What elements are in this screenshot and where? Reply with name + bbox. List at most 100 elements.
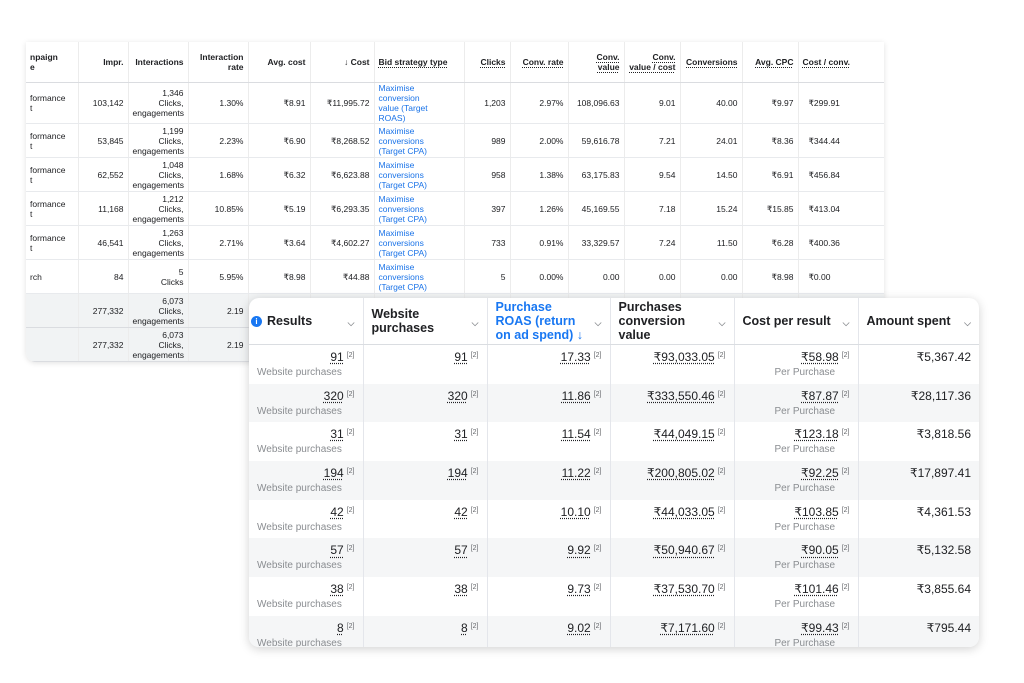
- roas-value-link[interactable]: 9.73 [2]: [496, 577, 601, 596]
- results-value-link[interactable]: 91 [2]: [257, 345, 354, 364]
- col-conversions[interactable]: Conversions: [680, 42, 743, 83]
- bid-strategy-cell[interactable]: Maximise conversions (Target CPA): [374, 225, 465, 260]
- table-row[interactable]: 320 [2] Website purchases 320 [2] 11.86 [2] ₹33…: [249, 383, 979, 423]
- interaction-rate-cell: 1.68%: [188, 157, 249, 192]
- clicks-cell: 989: [464, 123, 511, 158]
- results-sublabel: Website purchases: [257, 444, 342, 456]
- avg-cpc-cell: ₹8.36: [742, 123, 799, 158]
- cost-per-result-link[interactable]: ₹92.25 [2]: [743, 461, 849, 480]
- cost-per-result-link[interactable]: ₹58.98 [2]: [743, 345, 849, 364]
- info-icon[interactable]: i: [251, 316, 262, 327]
- bid-strategy-cell[interactable]: Maximise conversions (Target CPA): [374, 259, 465, 294]
- cost-per-result-link[interactable]: ₹103.85 [2]: [743, 500, 849, 519]
- footnote-marker: [2]: [593, 390, 602, 398]
- roas-value-link[interactable]: 11.22 [2]: [496, 461, 602, 480]
- conv-value-link[interactable]: ₹333,550.46 [2]: [619, 384, 726, 403]
- bid-strategy-cell[interactable]: Maximise conversions (Target CPA): [374, 157, 465, 192]
- table-row[interactable]: 8 [2] Website purchases 8 [2] 9.02 [2] ₹7,171.6…: [249, 615, 979, 647]
- sort-chevron-icon[interactable]: ⌵: [595, 316, 602, 330]
- sort-chevron-icon[interactable]: ⌵: [719, 316, 726, 330]
- conv-value-link[interactable]: ₹37,530.70 [2]: [619, 577, 726, 596]
- conv-value-link-value: ₹200,805.02: [647, 466, 715, 481]
- table-row[interactable]: rch 84 5 Clicks 5.95% ₹8.98 ₹44.88 Maximise co…: [26, 259, 884, 294]
- col-bid-strategy[interactable]: Bid strategy type: [374, 42, 465, 83]
- purchases-value-link[interactable]: 31 [2]: [372, 422, 478, 441]
- conv-value-link[interactable]: ₹50,940.67 [2]: [619, 538, 726, 557]
- table-row[interactable]: 38 [2] Website purchases 38 [2] 9.73 [2] ₹37,53…: [249, 577, 979, 616]
- sort-chevron-icon[interactable]: ⌵: [843, 316, 850, 330]
- table-row[interactable]: 31 [2] Website purchases 31 [2] 11.54 [2] ₹44,0…: [249, 422, 979, 462]
- conv-value-link[interactable]: ₹200,805.02 [2]: [619, 461, 726, 480]
- conv-value-link[interactable]: ₹44,049.15 [2]: [619, 422, 726, 441]
- conv-value-link[interactable]: ₹93,033.05 [2]: [619, 345, 726, 364]
- purchases-value-link[interactable]: 8 [2]: [372, 616, 478, 635]
- col-amount-spent[interactable]: Amount spent ⌵: [858, 298, 979, 345]
- sort-chevron-icon[interactable]: ⌵: [964, 316, 971, 330]
- sort-chevron-icon[interactable]: ⌵: [472, 316, 479, 330]
- purchases-value-link[interactable]: 38 [2]: [372, 577, 479, 596]
- table-row[interactable]: 57 [2] Website purchases 57 [2] 9.92 [2] ₹50,94…: [249, 538, 979, 578]
- results-value-link[interactable]: 57 [2]: [257, 538, 354, 557]
- cost-per-result-link[interactable]: ₹99.43 [2]: [743, 616, 849, 635]
- results-value-link-value: 194: [323, 466, 344, 481]
- col-conv-rate[interactable]: Conv. rate: [510, 42, 569, 83]
- table-row[interactable]: formance t 103,142 1,346 Clicks, engagemen…: [26, 82, 884, 124]
- conv-value-link[interactable]: ₹7,171.60 [2]: [619, 616, 725, 635]
- table-row[interactable]: formance t 62,552 1,048 Clicks, engagement…: [26, 157, 884, 192]
- col-purchase-roas[interactable]: Purchase ROAS (return on ad spend) ↓ ⌵: [487, 298, 611, 345]
- col-purchases-conversion-value[interactable]: Purchases conversion value ⌵: [610, 298, 735, 345]
- col-campaign[interactable]: npaign e: [26, 42, 79, 83]
- purchases-value-link[interactable]: 320 [2]: [372, 384, 479, 403]
- roas-value-link[interactable]: 9.92 [2]: [496, 538, 601, 557]
- results-value-link[interactable]: 320 [2]: [257, 384, 355, 403]
- cost-per-result-link[interactable]: ₹123.18 [2]: [743, 422, 849, 441]
- col-impr[interactable]: Impr.: [78, 42, 129, 83]
- col-avg-cpc[interactable]: Avg. CPC: [742, 42, 799, 83]
- roas-value-link[interactable]: 11.86 [2]: [496, 384, 602, 403]
- cost-per-result-link[interactable]: ₹101.46 [2]: [743, 577, 849, 596]
- footnote-marker: [2]: [470, 584, 479, 592]
- results-cell: 31 [2] Website purchases: [249, 422, 364, 462]
- cost-per-result-link[interactable]: ₹87.87 [2]: [743, 384, 849, 403]
- col-interaction-rate[interactable]: Interaction rate: [188, 42, 249, 83]
- col-website-purchases[interactable]: Website purchases ⌵: [363, 298, 488, 345]
- conv-rate-cell: 2.00%: [510, 123, 569, 158]
- purchases-value-link[interactable]: 57 [2]: [372, 538, 478, 557]
- roas-value-link[interactable]: 10.10 [2]: [496, 500, 602, 519]
- roas-value-link[interactable]: 9.02 [2]: [496, 616, 601, 635]
- cost-per-result-link[interactable]: ₹90.05 [2]: [743, 538, 849, 557]
- total-impr-cell: 277,332: [78, 293, 129, 328]
- col-results[interactable]: i Results ⌵: [249, 298, 364, 345]
- roas-value-link[interactable]: 17.33 [2]: [496, 345, 602, 364]
- col-cost-per-conv[interactable]: Cost / conv.: [798, 42, 884, 83]
- bid-strategy-cell[interactable]: Maximise conversion value (Target ROAS): [374, 82, 465, 124]
- results-value-link[interactable]: 31 [2]: [257, 422, 354, 441]
- interactions-cell: 1,212 Clicks, engagements: [128, 191, 189, 226]
- results-value-link[interactable]: 8 [2]: [257, 616, 354, 635]
- table-row[interactable]: 42 [2] Website purchases 42 [2] 10.10 [2] ₹44,0…: [249, 499, 979, 539]
- purchases-value-link[interactable]: 194 [2]: [372, 461, 479, 480]
- bid-strategy-cell[interactable]: Maximise conversions (Target CPA): [374, 191, 465, 226]
- col-cost-sorted[interactable]: ↓ Cost: [310, 42, 375, 83]
- table-row[interactable]: formance t 46,541 1,263 Clicks, engagement…: [26, 225, 884, 260]
- table-row[interactable]: 91 [2] Website purchases 91 [2] 17.33 [2] ₹93,0…: [249, 344, 979, 384]
- table-row[interactable]: 194 [2] Website purchases 194 [2] 11.22 [2] ₹20…: [249, 461, 979, 500]
- purchases-value-link[interactable]: 42 [2]: [372, 500, 478, 519]
- col-cost-per-result[interactable]: Cost per result ⌵: [734, 298, 859, 345]
- col-conv-value-cost[interactable]: Conv. value / cost: [624, 42, 681, 83]
- bid-strategy-cell[interactable]: Maximise conversions (Target CPA): [374, 123, 465, 158]
- cost-per-result-cell: ₹92.25 [2] Per Purchase: [734, 461, 859, 500]
- col-conv-value[interactable]: Conv. value: [568, 42, 625, 83]
- table-row[interactable]: formance t 53,845 1,199 Clicks, engagement…: [26, 123, 884, 158]
- col-clicks[interactable]: Clicks: [464, 42, 511, 83]
- roas-value-link[interactable]: 11.54 [2]: [496, 422, 602, 441]
- conv-value-link[interactable]: ₹44,033.05 [2]: [619, 500, 726, 519]
- col-interactions[interactable]: Interactions: [128, 42, 189, 83]
- table-row[interactable]: formance t 11,168 1,212 Clicks, engagement…: [26, 191, 884, 226]
- results-value-link[interactable]: 42 [2]: [257, 500, 354, 519]
- sort-chevron-icon[interactable]: ⌵: [348, 316, 355, 330]
- col-avg-cost[interactable]: Avg. cost: [248, 42, 311, 83]
- results-value-link[interactable]: 38 [2]: [257, 577, 354, 596]
- purchases-value-link[interactable]: 91 [2]: [372, 345, 478, 364]
- results-value-link[interactable]: 194 [2]: [257, 461, 355, 480]
